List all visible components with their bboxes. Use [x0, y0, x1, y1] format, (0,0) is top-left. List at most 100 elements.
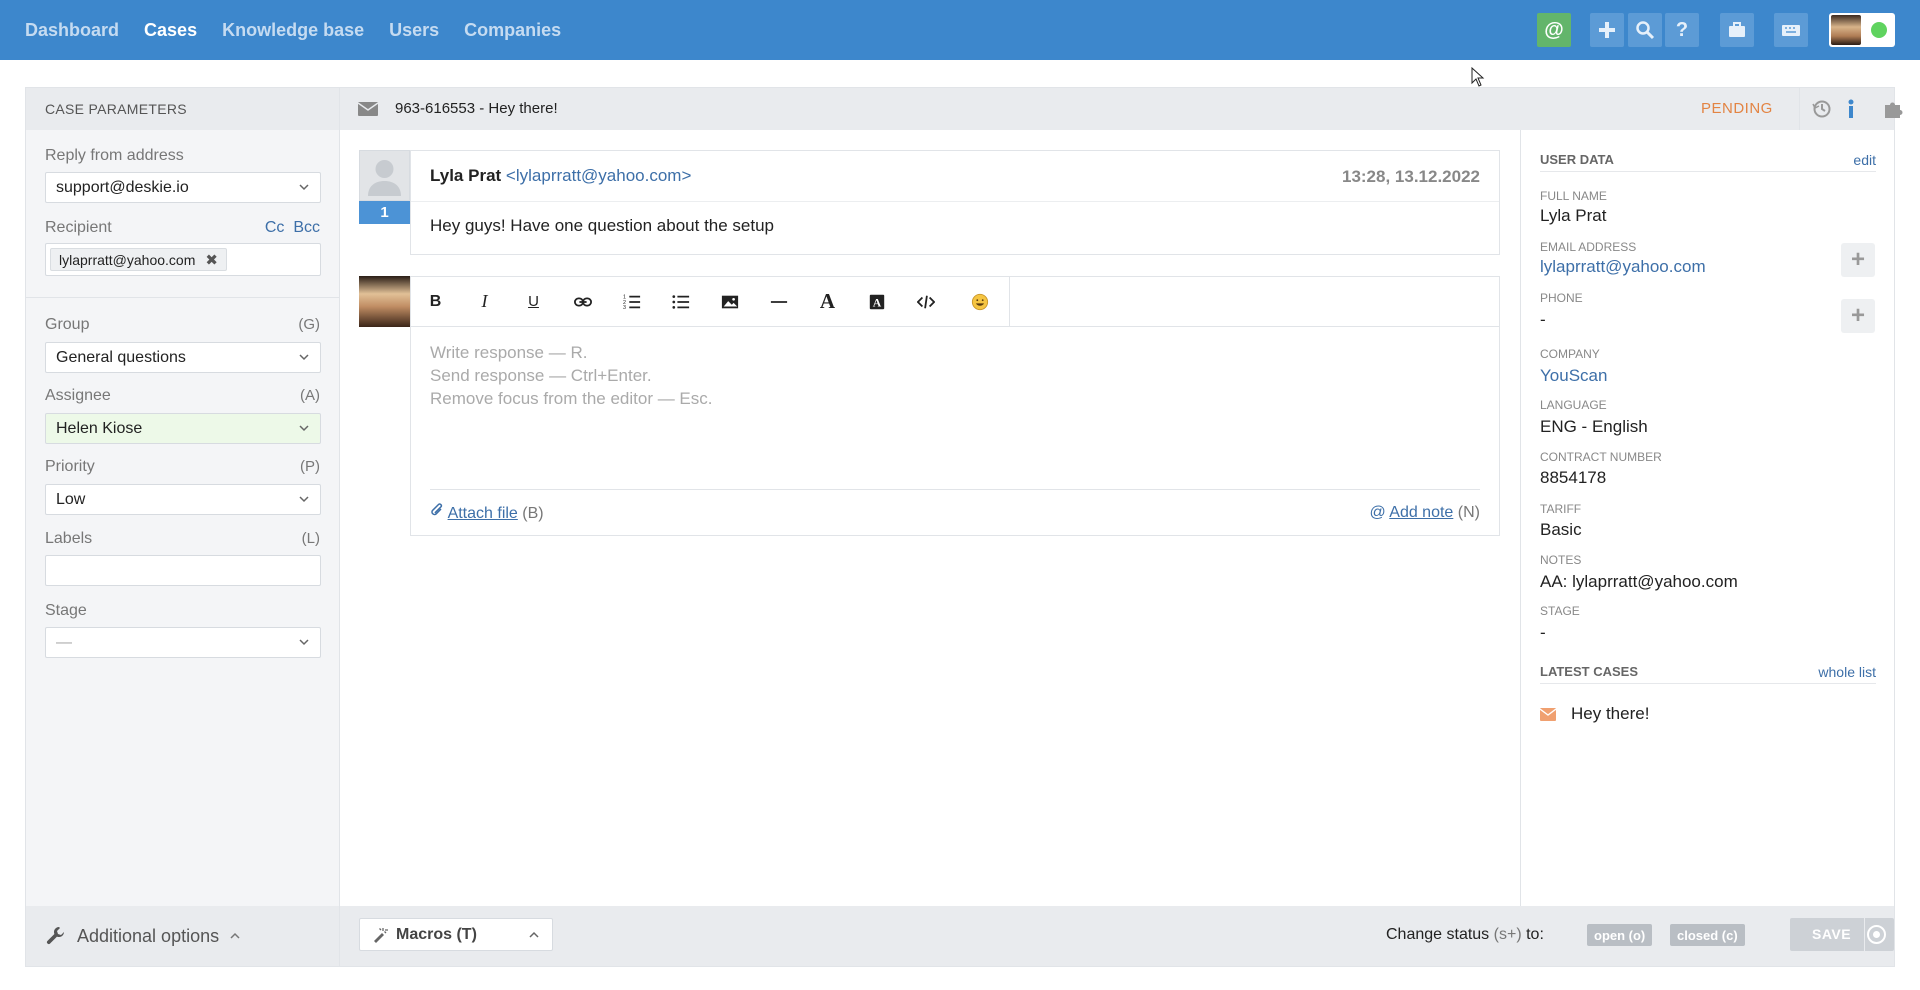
change-status-to: to: — [1526, 926, 1544, 943]
recipient-field[interactable]: lylaprratt@yahoo.com ✖ — [45, 243, 321, 276]
labels-shortcut: (L) — [301, 530, 320, 547]
chevron-down-icon — [299, 354, 309, 361]
editor-box: B I U 123 A A Write response — R. Send r… — [410, 276, 1500, 536]
additional-options-label: Additional options — [77, 925, 220, 946]
puzzle-icon — [1885, 102, 1903, 118]
keyboard-shortcuts-button[interactable] — [1774, 13, 1808, 47]
sender-email[interactable]: <lylaprratt@yahoo.com> — [506, 166, 691, 185]
mentions-button[interactable]: @ — [1537, 13, 1571, 47]
priority-label: Priority — [45, 458, 95, 475]
placeholder-line: Write response — R. — [430, 343, 588, 362]
macros-button[interactable]: Macros (T) — [359, 918, 553, 951]
profile-menu[interactable] — [1829, 13, 1895, 47]
top-navbar: Dashboard Cases Knowledge base Users Com… — [0, 0, 1920, 60]
remove-recipient-icon[interactable]: ✖ — [205, 251, 218, 269]
case-footer: Macros (T) Change status (s+) to: open (… — [340, 906, 1894, 966]
reply-from-value: support@deskie.io — [56, 179, 189, 196]
additional-options-toggle[interactable]: Additional options — [26, 906, 339, 966]
tariff-label: TARIFF — [1540, 502, 1582, 516]
group-label: Group — [45, 316, 90, 333]
agent-avatar — [359, 276, 410, 327]
response-textarea[interactable]: Write response — R. Send response — Ctrl… — [411, 327, 1499, 424]
case-title: 963-616553 - Hey there! — [395, 100, 558, 117]
svg-text:3: 3 — [623, 305, 626, 311]
group-select[interactable]: General questions — [45, 342, 321, 373]
underline-button[interactable]: U — [509, 277, 558, 326]
cc-link[interactable]: Cc — [265, 219, 285, 236]
text-color-button[interactable]: A — [852, 277, 901, 326]
nav-knowledge-base[interactable]: Knowledge base — [222, 20, 364, 41]
plugins-button[interactable] — [1872, 88, 1916, 130]
group-value: General questions — [56, 349, 186, 366]
nav-users[interactable]: Users — [389, 20, 439, 41]
add-button[interactable] — [1590, 13, 1624, 47]
message-number: 1 — [359, 201, 410, 224]
latest-case-item[interactable]: Hey there! — [1540, 704, 1649, 724]
priority-shortcut: (P) — [300, 458, 320, 475]
add-email-button[interactable]: + — [1841, 243, 1875, 277]
nav-cases[interactable]: Cases — [144, 20, 197, 41]
add-note-link[interactable]: Add note — [1389, 504, 1453, 521]
latest-cases-header: LATEST CASES whole list — [1540, 664, 1876, 684]
recipient-tag: lylaprratt@yahoo.com ✖ — [50, 248, 227, 271]
stage-value: — — [56, 634, 72, 651]
italic-button[interactable]: I — [460, 277, 509, 326]
bold-button[interactable]: B — [411, 277, 460, 326]
search-button[interactable] — [1628, 13, 1662, 47]
attach-file-link[interactable]: Attach file — [448, 505, 518, 522]
sender-avatar — [359, 150, 410, 201]
chevron-up-icon — [529, 931, 539, 938]
reply-from-select[interactable]: support@deskie.io — [45, 172, 321, 203]
save-button[interactable]: SAVE — [1790, 918, 1894, 951]
code-button[interactable] — [901, 277, 950, 326]
email-value[interactable]: lylaprratt@yahoo.com — [1540, 257, 1706, 277]
chevron-up-icon — [230, 932, 240, 939]
add-phone-button[interactable]: + — [1841, 299, 1875, 333]
link-button[interactable] — [558, 277, 607, 326]
nav-companies[interactable]: Companies — [464, 20, 561, 41]
phone-value: - — [1540, 310, 1546, 329]
insert-image-button[interactable] — [705, 277, 754, 326]
bullet-list-icon — [671, 294, 689, 309]
font-button[interactable]: A — [803, 277, 852, 326]
info-button[interactable] — [1829, 88, 1873, 130]
avatar — [1831, 15, 1861, 45]
labels-input[interactable] — [45, 555, 321, 586]
help-button[interactable]: ? — [1665, 13, 1699, 47]
toolbox-button[interactable] — [1720, 13, 1754, 47]
bcc-link[interactable]: Bcc — [293, 219, 320, 236]
stage-value-right: - — [1540, 623, 1546, 642]
at-icon: @ — [1369, 503, 1386, 521]
bold-icon: B — [429, 292, 442, 310]
status-open-button[interactable]: open (o) — [1587, 924, 1653, 946]
change-status-text: Change status — [1386, 926, 1490, 943]
cc-bcc-links: Cc Bcc — [265, 219, 320, 237]
user-data-title: USER DATA — [1540, 152, 1614, 167]
latest-cases-title: LATEST CASES — [1540, 664, 1638, 679]
assignee-shortcut: (A) — [300, 387, 320, 404]
message-header: Lyla Prat <lylaprratt@yahoo.com> 13:28, … — [411, 151, 1499, 202]
mouse-cursor-icon — [1471, 67, 1485, 87]
stage-select[interactable]: — — [45, 627, 321, 658]
whole-list-link[interactable]: whole list — [1818, 664, 1876, 680]
assignee-select[interactable]: Helen Kiose — [45, 413, 321, 444]
attach-file-shortcut: (B) — [522, 505, 544, 522]
edit-user-link[interactable]: edit — [1853, 152, 1876, 168]
horizontal-rule-icon — [770, 300, 787, 303]
horizontal-rule-button[interactable] — [754, 277, 803, 326]
status-closed-button[interactable]: closed (c) — [1670, 924, 1745, 946]
envelope-icon — [1540, 707, 1556, 721]
priority-select[interactable]: Low — [45, 484, 321, 515]
emoji-icon — [971, 293, 988, 310]
latest-case-title: Hey there! — [1571, 704, 1650, 723]
bullet-list-button[interactable] — [656, 277, 705, 326]
emoji-button[interactable] — [950, 277, 1010, 326]
user-placeholder-icon — [368, 160, 401, 196]
nav-dashboard[interactable]: Dashboard — [25, 20, 119, 41]
status-badge[interactable]: PENDING — [1701, 100, 1773, 117]
ordered-list-button[interactable]: 123 — [607, 277, 656, 326]
user-data-header: USER DATA edit — [1540, 152, 1876, 172]
company-value[interactable]: YouScan — [1540, 366, 1607, 386]
save-options-icon[interactable] — [1867, 925, 1886, 944]
keyboard-icon — [1782, 25, 1800, 36]
